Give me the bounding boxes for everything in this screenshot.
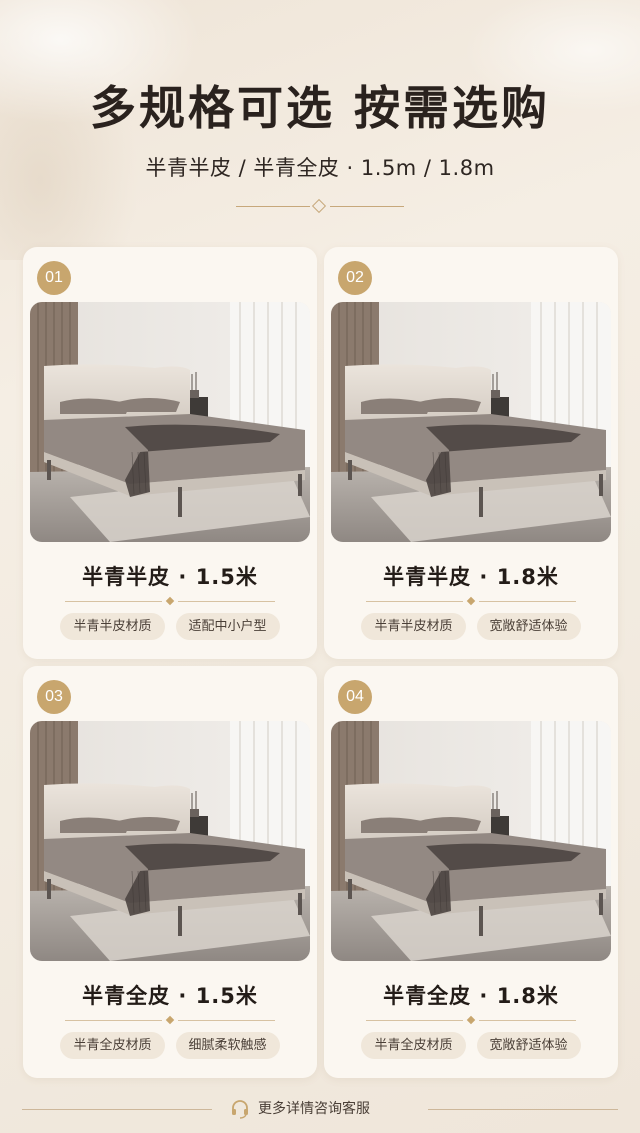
- spec-card-2[interactable]: 02 半青半皮 · 1.8米 半青半皮材质 宽敞舒适体验: [324, 247, 618, 659]
- feature-tag: 半青半皮材质: [60, 613, 165, 640]
- spec-card-3[interactable]: 03 半青全皮 · 1.5米 半青全皮材质 细腻柔软触感: [23, 666, 317, 1078]
- contact-service-text[interactable]: 更多详情咨询客服: [258, 1099, 370, 1119]
- card-spec-name: 半青半皮 · 1.8米: [383, 565, 559, 589]
- bed-photo: [331, 721, 611, 961]
- page-subtitle: 半青半皮 / 半青全皮 · 1.5m / 1.8m: [145, 156, 495, 180]
- card-spec-name: 半青半皮 · 1.5米: [82, 565, 258, 589]
- feature-tag: 半青全皮材质: [60, 1032, 165, 1059]
- spec-card-1[interactable]: 01 半青半皮 · 1.5米 半青半皮材质 适配中小户型: [23, 247, 317, 659]
- card-divider: [65, 596, 275, 606]
- feature-tag: 宽敞舒适体验: [476, 613, 581, 640]
- card-spec-name: 半青全皮 · 1.5米: [82, 984, 258, 1008]
- feature-tag: 适配中小户型: [175, 613, 280, 640]
- card-tags: 半青半皮材质 适配中小户型: [23, 613, 317, 640]
- spec-card-4[interactable]: 04 半青全皮 · 1.8米 半青全皮材质 宽敞舒适体验: [324, 666, 618, 1078]
- page-title: 多规格可选 按需选购: [89, 81, 550, 135]
- card-number-badge: 01: [37, 261, 71, 295]
- card-spec-name: 半青全皮 · 1.8米: [383, 984, 559, 1008]
- card-divider: [366, 1015, 576, 1025]
- headset-icon: [232, 1100, 248, 1119]
- bed-photo: [30, 302, 310, 542]
- card-number-badge: 02: [338, 261, 372, 295]
- footer: 更多详情咨询客服: [0, 1097, 640, 1121]
- feature-tag: 宽敞舒适体验: [476, 1032, 581, 1059]
- card-tags: 半青全皮材质 细腻柔软触感: [23, 1032, 317, 1059]
- feature-tag: 半青全皮材质: [361, 1032, 466, 1059]
- header-divider: [236, 198, 404, 214]
- card-number-badge: 04: [338, 680, 372, 714]
- card-divider: [65, 1015, 275, 1025]
- card-tags: 半青全皮材质 宽敞舒适体验: [324, 1032, 618, 1059]
- bed-photo: [331, 302, 611, 542]
- feature-tag: 细腻柔软触感: [175, 1032, 280, 1059]
- bed-photo: [30, 721, 310, 961]
- card-divider: [366, 596, 576, 606]
- card-tags: 半青半皮材质 宽敞舒适体验: [324, 613, 618, 640]
- feature-tag: 半青半皮材质: [361, 613, 466, 640]
- card-number-badge: 03: [37, 680, 71, 714]
- header: 多规格可选 按需选购 半青半皮 / 半青全皮 · 1.5m / 1.8m: [0, 78, 640, 182]
